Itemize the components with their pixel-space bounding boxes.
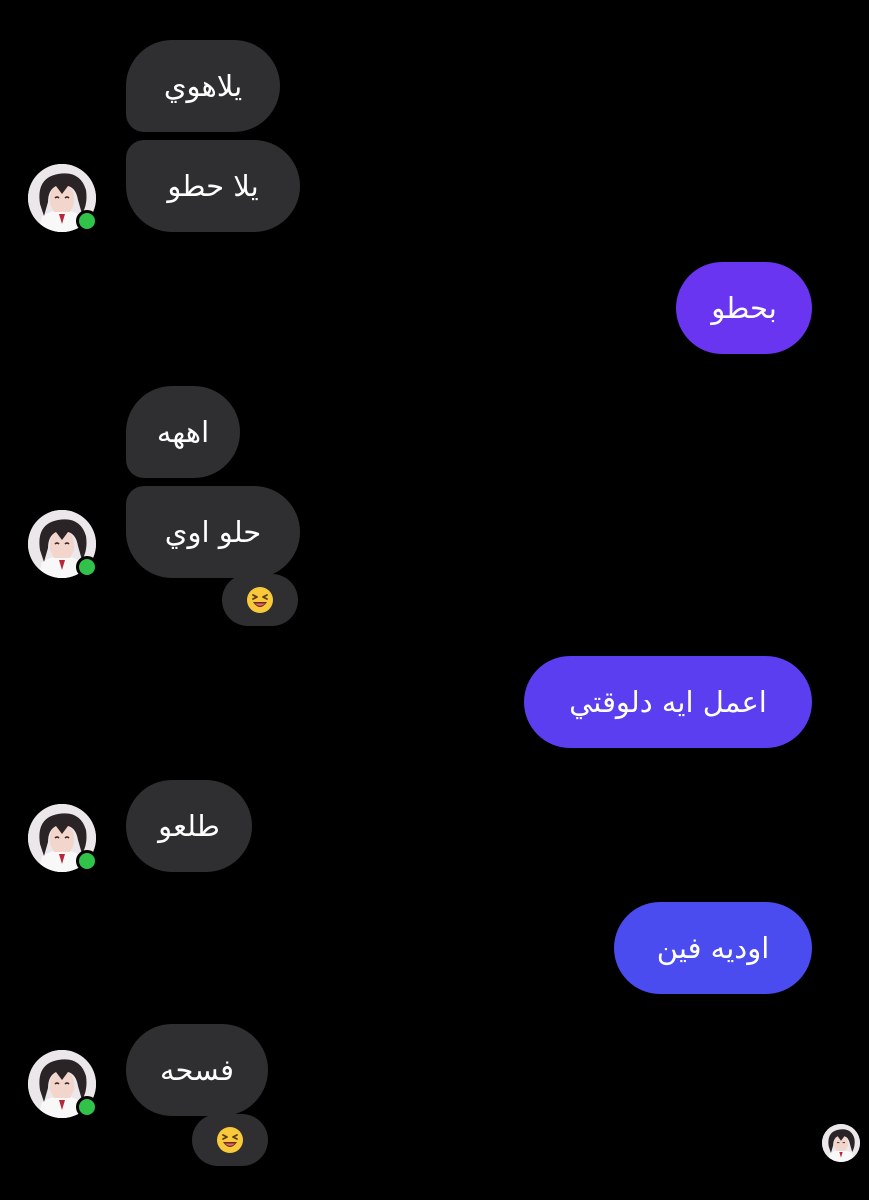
message-text: بحطو: [711, 290, 777, 325]
laughing-emoji-icon: [246, 586, 274, 614]
message-bubble-incoming[interactable]: حلو اوي: [126, 486, 300, 578]
message-bubble-incoming[interactable]: اههه: [126, 386, 240, 478]
message-text: فسحه: [160, 1052, 235, 1087]
message-bubble-incoming[interactable]: يلا حطو: [126, 140, 300, 232]
online-dot-icon: [76, 1096, 98, 1118]
online-dot-icon: [76, 556, 98, 578]
reaction-badge[interactable]: [222, 574, 298, 626]
message-bubble-outgoing[interactable]: اوديه فين: [614, 902, 812, 994]
message-text: حلو اوي: [164, 514, 262, 549]
message-text: اوديه فين: [656, 930, 770, 965]
message-text: اعمل ايه دلوقتي: [569, 684, 767, 719]
online-dot-icon: [76, 210, 98, 232]
message-text: يلاهوي: [163, 68, 243, 103]
message-bubble-outgoing[interactable]: اعمل ايه دلوقتي: [524, 656, 812, 748]
message-bubble-incoming[interactable]: فسحه: [126, 1024, 268, 1116]
message-text: يلا حطو: [167, 168, 259, 203]
message-text: طلعو: [158, 808, 220, 843]
message-bubble-incoming[interactable]: طلعو: [126, 780, 252, 872]
laughing-emoji-icon: [216, 1126, 244, 1154]
message-bubble-outgoing[interactable]: بحطو: [676, 262, 812, 354]
reaction-badge[interactable]: [192, 1114, 268, 1166]
seen-avatar-icon: [822, 1124, 860, 1162]
message-bubble-incoming[interactable]: يلاهوي: [126, 40, 280, 132]
online-dot-icon: [76, 850, 98, 872]
message-text: اههه: [156, 414, 210, 449]
